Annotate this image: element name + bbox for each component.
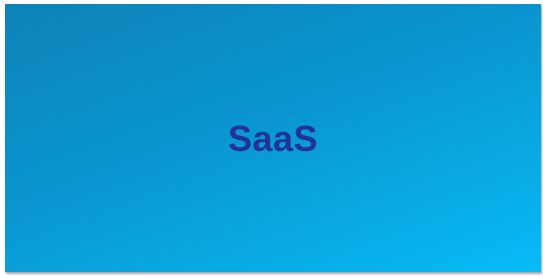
page: SaaS [0, 0, 543, 278]
tile-title: SaaS [227, 118, 319, 159]
saas-tile[interactable]: SaaS [5, 4, 541, 272]
